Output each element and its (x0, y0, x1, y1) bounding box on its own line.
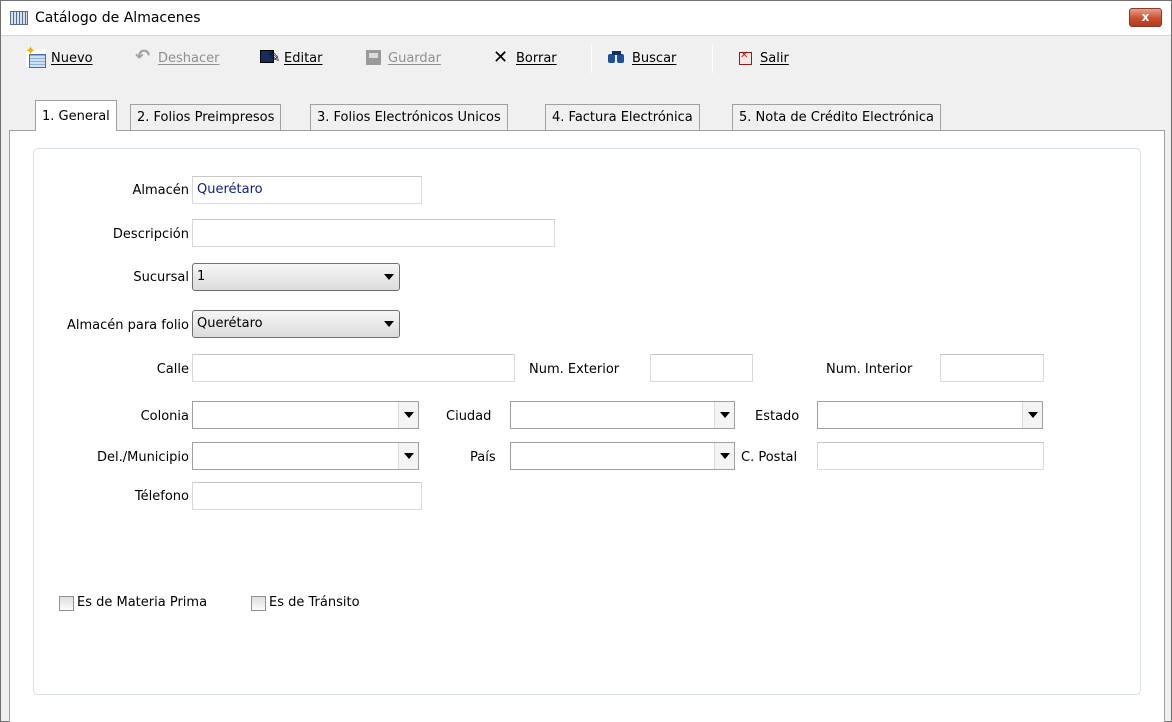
estado-select[interactable] (817, 401, 1043, 429)
num-exterior-label: Num. Exterior (529, 362, 620, 377)
undo-icon (133, 46, 153, 67)
descripcion-input[interactable] (192, 219, 555, 247)
close-button[interactable]: x (1129, 8, 1162, 27)
save-icon (363, 49, 383, 67)
num-interior-label: Num. Interior (826, 362, 913, 377)
buscar-label: Buscar (632, 50, 677, 66)
almacen-folio-value: Querétaro (197, 316, 263, 331)
new-document-icon (25, 44, 46, 68)
deshacer-button[interactable]: Deshacer (133, 46, 220, 69)
materia-prima-label: Es de Materia Prima (77, 595, 208, 610)
descripcion-label: Descripción (112, 227, 189, 242)
borrar-label: Borrar (516, 50, 557, 66)
sucursal-select[interactable]: 1 (192, 263, 400, 291)
buscar-button[interactable]: Buscar (607, 47, 676, 69)
toolbar-separator (712, 45, 713, 73)
chevron-down-icon[interactable] (1022, 402, 1042, 428)
nuevo-label: Nuevo (51, 50, 93, 66)
colonia-label: Colonia (140, 409, 189, 424)
ciudad-label: Ciudad (446, 409, 492, 424)
telefono-label: Télefono (134, 489, 189, 504)
colonia-select[interactable] (192, 401, 419, 429)
title-bar: Catálogo de Almacenes x (1, 1, 1171, 36)
transito-checkbox[interactable] (251, 596, 266, 611)
chevron-down-icon[interactable] (379, 264, 399, 290)
binoculars-icon (607, 49, 627, 67)
tab-nota-credito[interactable]: 5. Nota de Crédito Electrónica (732, 104, 942, 130)
editar-label: Editar (284, 50, 323, 66)
num-exterior-input[interactable] (650, 354, 753, 382)
ciudad-select[interactable] (510, 401, 735, 429)
almacen-folio-label: Almacén para folio (66, 318, 189, 333)
catalogo-almacenes-window: Catálogo de Almacenes x Nuevo Deshacer E… (0, 0, 1172, 722)
editar-button[interactable]: Editar (259, 47, 323, 69)
tab-folios-preimpresos[interactable]: 2. Folios Preimpresos (130, 104, 282, 130)
almacen-folio-select[interactable]: Querétaro (192, 310, 400, 338)
telefono-input[interactable] (192, 482, 422, 510)
tab-folios-electronicos[interactable]: 3. Folios Electrónicos Unicos (310, 104, 508, 130)
chevron-down-icon[interactable] (714, 402, 734, 428)
calle-label: Calle (156, 362, 189, 377)
deshacer-label: Deshacer (158, 50, 220, 66)
toolbar-separator (591, 45, 592, 73)
almacen-label: Almacén (132, 183, 189, 198)
sucursal-label: Sucursal (133, 270, 189, 285)
num-interior-input[interactable] (940, 354, 1044, 382)
almacen-input[interactable]: Querétaro (192, 176, 422, 204)
window-title: Catálogo de Almacenes (35, 10, 201, 26)
exit-icon (735, 49, 755, 67)
delete-icon (491, 47, 511, 68)
salir-button[interactable]: Salir (735, 47, 789, 69)
general-tab-panel: Almacén Querétaro Descripción Sucursal 1… (9, 130, 1165, 722)
edit-icon (259, 48, 281, 67)
transito-label: Es de Tránsito (269, 595, 360, 610)
app-icon (10, 11, 28, 25)
chevron-down-icon[interactable] (398, 402, 418, 428)
borrar-button[interactable]: Borrar (491, 47, 557, 69)
chevron-down-icon[interactable] (379, 311, 399, 337)
cpostal-label: C. Postal (741, 450, 798, 465)
tab-factura-electronica[interactable]: 4. Factura Electrónica (545, 104, 700, 130)
estado-label: Estado (755, 409, 800, 424)
guardar-button[interactable]: Guardar (363, 47, 441, 69)
sucursal-value: 1 (197, 269, 206, 284)
municipio-label: Del./Municipio (96, 450, 189, 465)
materia-prima-checkbox[interactable] (59, 596, 74, 611)
nuevo-button[interactable]: Nuevo (25, 44, 93, 69)
pais-select[interactable] (510, 442, 735, 470)
tab-general[interactable]: 1. General (35, 100, 117, 131)
municipio-select[interactable] (192, 442, 419, 470)
chevron-down-icon[interactable] (714, 443, 734, 469)
pais-label: País (470, 450, 496, 465)
guardar-label: Guardar (388, 50, 441, 66)
cpostal-input[interactable] (817, 442, 1044, 470)
salir-label: Salir (760, 50, 789, 66)
calle-input[interactable] (192, 354, 515, 382)
toolbar: Nuevo Deshacer Editar Guardar Borrar Bus… (1, 37, 1171, 77)
chevron-down-icon[interactable] (398, 443, 418, 469)
